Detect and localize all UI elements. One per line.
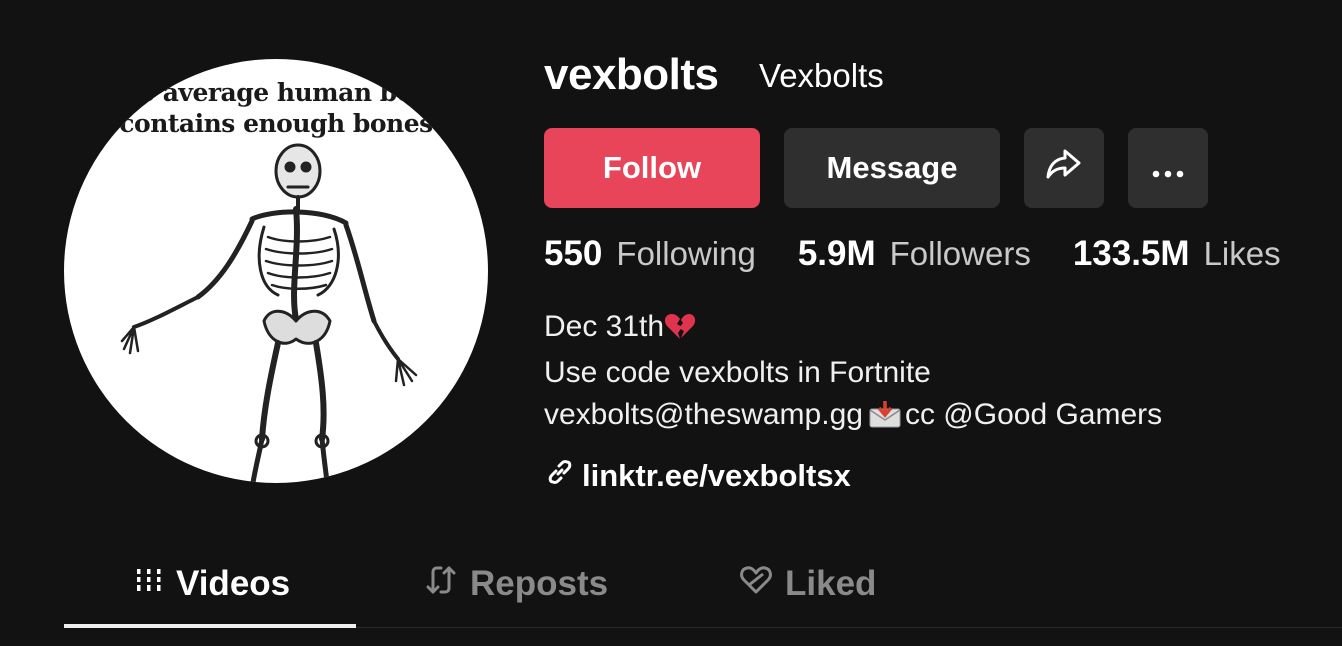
message-button[interactable]: Message [784,128,1000,208]
likes-count: 133.5M [1072,234,1190,273]
videos-grid-icon [134,564,176,604]
share-arrow-icon [1045,147,1083,189]
tab-videos-label: Videos [176,564,291,603]
bio-line-1: Dec 31th [544,306,1162,352]
following-stat[interactable]: 550 Following [544,234,756,274]
bio-date-text: Dec 31th [544,310,665,343]
skeleton-illustration [120,143,418,483]
nickname: Vexbolts [759,57,884,94]
followers-count: 5.9M [797,234,876,273]
username: vexbolts [544,50,719,99]
more-options-button[interactable] [1128,128,1208,208]
followers-label: Followers [889,235,1031,272]
avatar[interactable]: e average human bo contains enough bones [64,59,488,483]
envelope-with-arrow-icon [869,398,901,440]
bio: Dec 31th Use code vexbolts in Fortnite v… [544,306,1162,440]
tab-reposts-label: Reposts [470,564,609,603]
profile-stats: 550 Following 5.9M Followers 133.5M Like… [544,234,1323,274]
followers-stat[interactable]: 5.9M Followers [798,234,1031,274]
more-dots-icon [1151,150,1185,186]
likes-stat: 133.5M Likes [1073,234,1281,274]
bio-line-2: Use code vexbolts in Fortnite [544,356,931,389]
active-tab-indicator [64,624,356,628]
following-count: 550 [544,234,603,273]
bio-email: vexbolts@theswamp.gg [544,398,863,431]
tab-liked[interactable]: Liked [739,540,876,628]
tab-videos[interactable]: Videos [134,540,290,628]
liked-heart-icon [739,564,785,604]
likes-label: Likes [1203,235,1281,272]
profile-tabs: Videos Reposts Liked [64,540,1342,628]
link-text: linktr.ee/vexboltsx [582,458,851,493]
profile-link[interactable]: linktr.ee/vexboltsx [546,458,851,494]
bio-cc-text: cc @Good Gamers [904,398,1163,431]
tab-reposts[interactable]: Reposts [424,540,608,628]
bio-line-3: vexbolts@theswamp.gg cc @Good Gamers [544,394,1162,440]
share-button[interactable] [1024,128,1104,208]
tab-liked-label: Liked [785,564,877,603]
broken-heart-icon [664,310,696,352]
following-label: Following [616,235,756,272]
repost-icon [424,564,470,605]
link-icon [546,458,582,494]
follow-button[interactable]: Follow [544,128,760,208]
